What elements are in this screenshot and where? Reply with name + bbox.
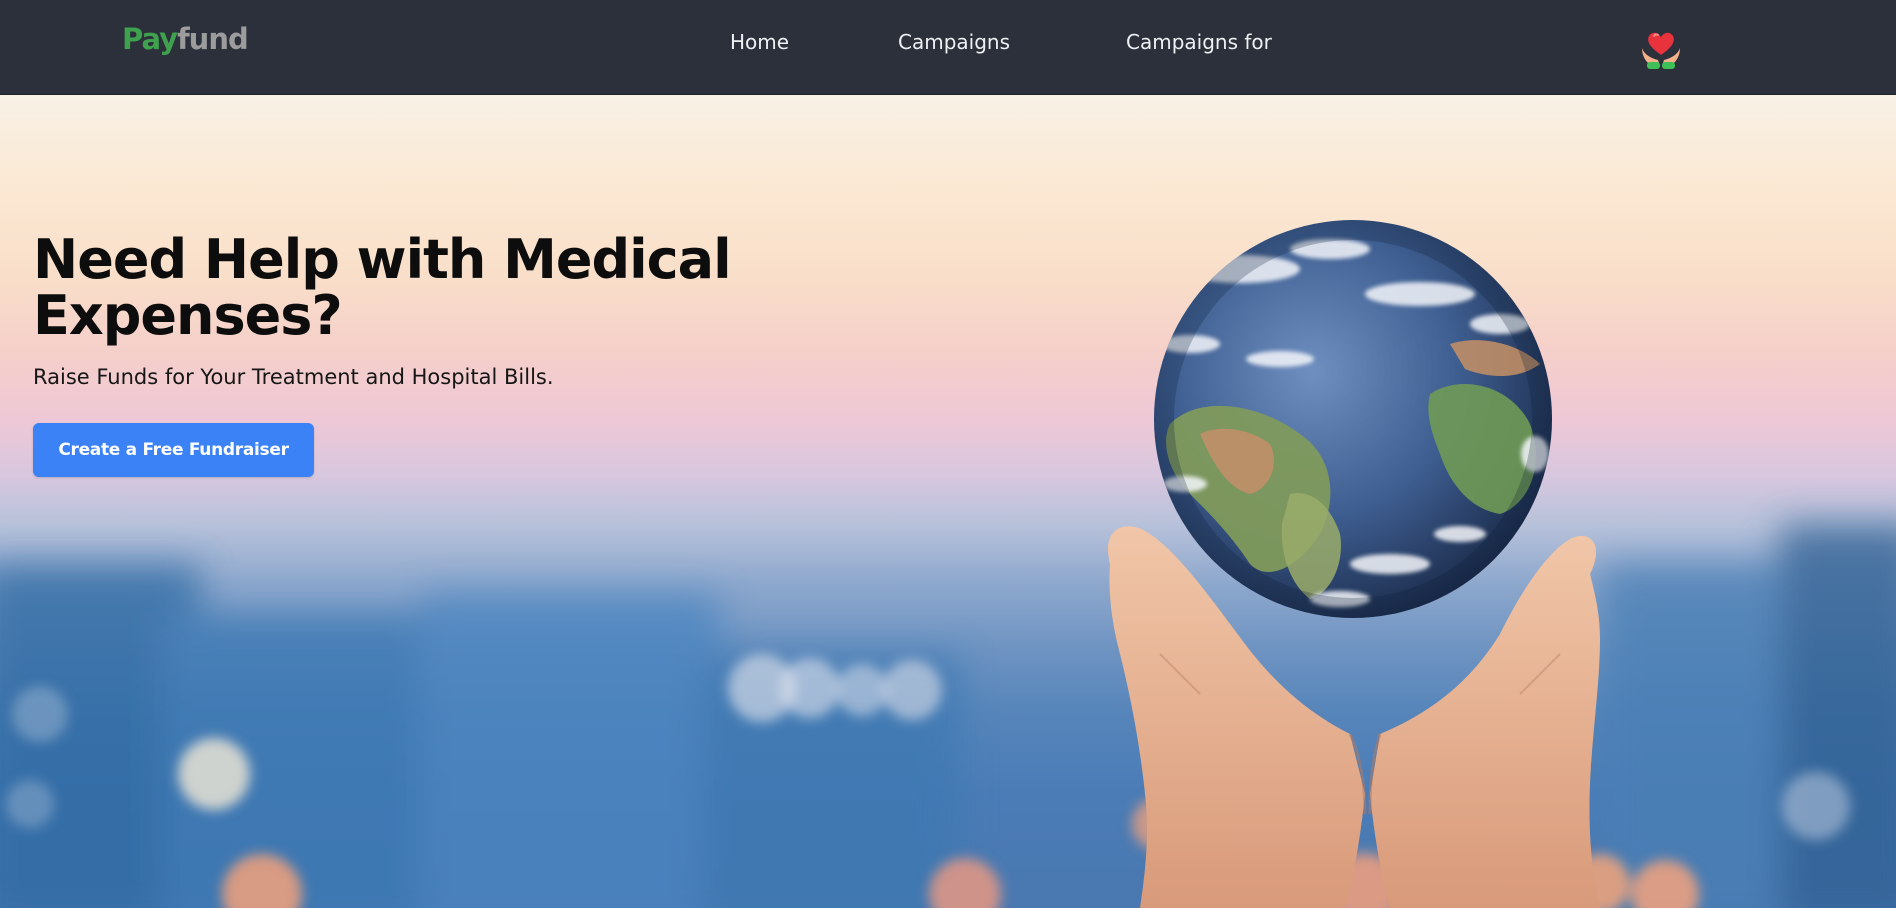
nav-link-campaigns-for[interactable]: Campaigns for	[1126, 30, 1272, 54]
brand-logo[interactable]: Payfund	[122, 22, 249, 56]
hero-title: Need Help with Medical Expenses?	[33, 228, 732, 347]
heart-in-hands-icon[interactable]	[1638, 24, 1684, 70]
nav-link-home[interactable]: Home	[730, 30, 789, 54]
page: Payfund Home Campaigns Campaigns for Nee…	[0, 0, 1896, 908]
nav-link-campaigns[interactable]: Campaigns	[898, 30, 1010, 54]
brand-name-fund: fund	[177, 22, 249, 56]
hero-section: Need Help with Medical Expenses? Raise F…	[0, 94, 1896, 908]
hero-subtitle: Raise Funds for Your Treatment and Hospi…	[33, 365, 554, 389]
brand-name-pay: Pay	[122, 22, 178, 56]
top-navbar: Payfund Home Campaigns Campaigns for	[0, 0, 1896, 95]
create-fundraiser-button[interactable]: Create a Free Fundraiser	[33, 423, 314, 477]
heart-in-hands-icon-svg	[1642, 32, 1680, 69]
hero-background-image	[0, 220, 1896, 908]
